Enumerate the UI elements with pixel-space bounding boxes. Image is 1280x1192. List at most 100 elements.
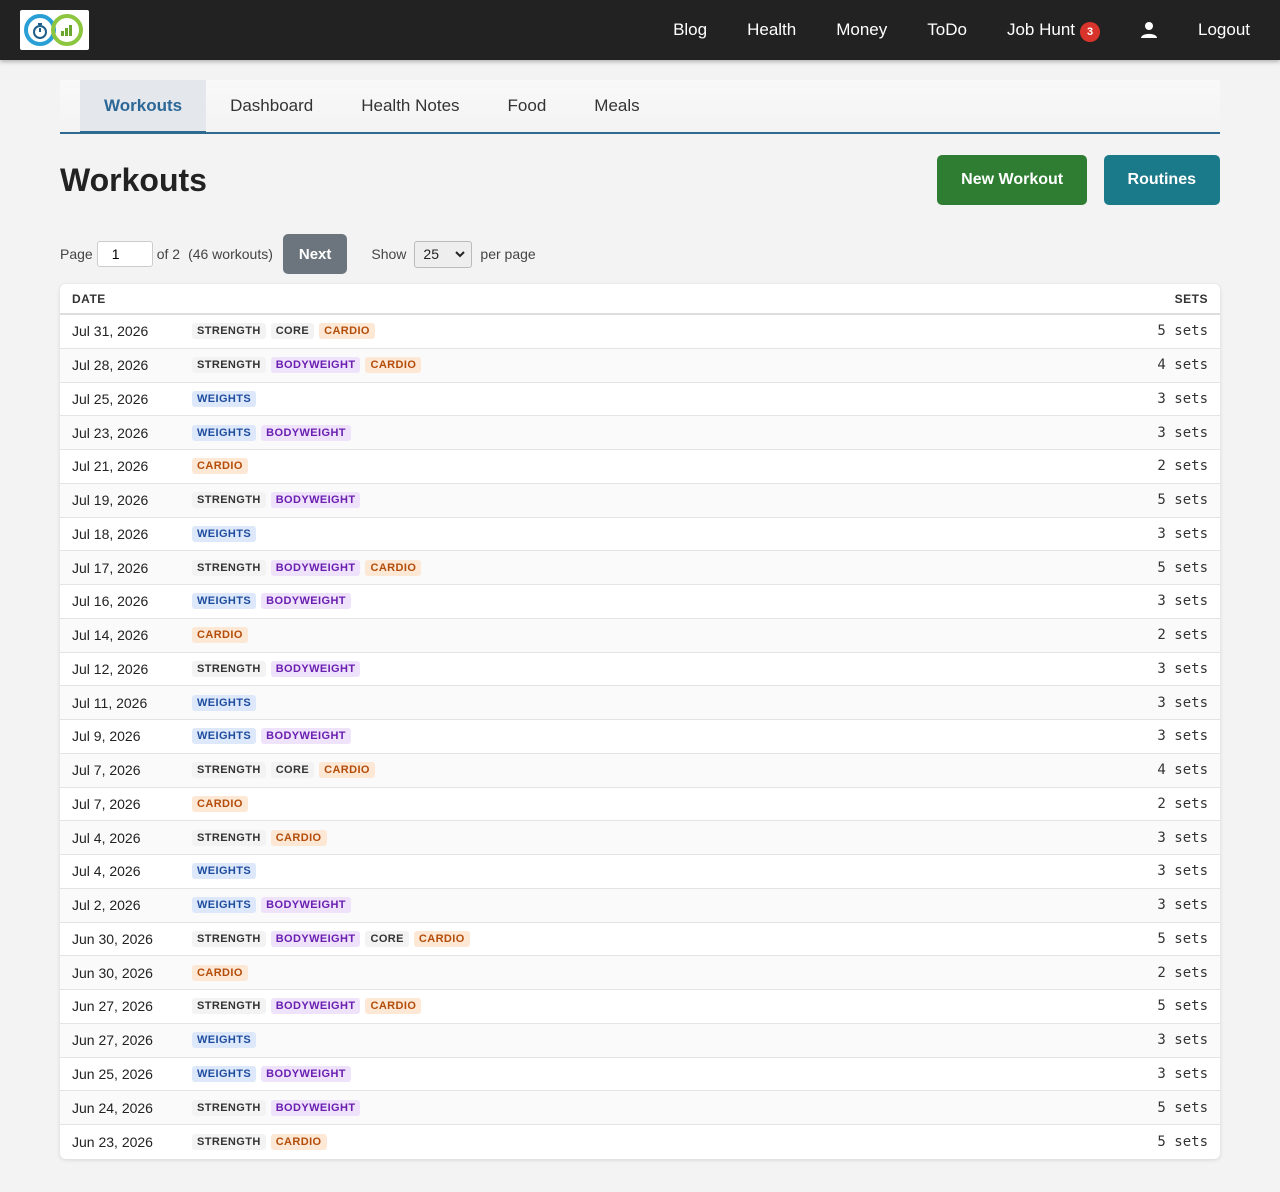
table-row[interactable]: Jun 27, 2026 STRENGTH BODYWEIGHT CARDIO 5 se… [60,990,1220,1024]
table-row[interactable]: Jul 19, 2026 STRENGTH BODYWEIGHT 5 sets [60,483,1220,518]
tag-weights: WEIGHTS [192,863,257,880]
table-row[interactable]: Jul 31, 2026 STRENGTH CORE CARDIO 5 sets [60,315,1220,349]
column-header-date: DATE [72,291,106,306]
routines-button[interactable]: Routines [1103,155,1220,205]
tab-workouts[interactable]: Workouts [80,80,207,134]
app-logo[interactable] [20,10,89,50]
workout-sets: 3 sets [1157,660,1208,677]
table-row[interactable]: Jun 27, 2026 WEIGHTS 3 sets [60,1023,1220,1058]
workout-tags: STRENGTH BODYWEIGHT CARDIO [192,998,1157,1015]
table-row[interactable]: Jul 21, 2026 CARDIO 2 sets [60,450,1220,484]
workout-date: Jun 25, 2026 [72,1065,153,1082]
table-row[interactable]: Jul 18, 2026 WEIGHTS 3 sets [60,518,1220,552]
workout-date: Jun 24, 2026 [72,1099,153,1116]
tab-health-notes[interactable]: Health Notes [337,80,483,132]
per-page-select[interactable]: 25 [414,240,473,268]
tag-bodyweight: BODYWEIGHT [270,492,361,509]
tab-meals[interactable]: Meals [570,80,663,132]
tab-food[interactable]: Food [484,80,571,132]
page-label: Page [60,246,93,262]
table-row[interactable]: Jul 9, 2026 WEIGHTS BODYWEIGHT 3 sets [60,720,1220,754]
table-row[interactable]: Jul 14, 2026 CARDIO 2 sets [60,618,1220,653]
table-row[interactable]: Jul 11, 2026 WEIGHTS 3 sets [60,686,1220,720]
tag-strength: STRENGTH [192,829,266,846]
main-nav: Blog Health Money ToDo Job Hunt 3 Logout [633,19,1250,42]
tag-core: CORE [270,323,315,340]
tag-weights: WEIGHTS [192,897,257,914]
table-row[interactable]: Jul 4, 2026 WEIGHTS 3 sets [60,855,1220,889]
workout-sets: 4 sets [1157,357,1208,374]
workout-date: Jul 14, 2026 [72,627,149,644]
workout-tags: STRENGTH CARDIO [192,1133,1157,1150]
tab-dashboard[interactable]: Dashboard [206,80,337,132]
table-row[interactable]: Jul 16, 2026 WEIGHTS BODYWEIGHT 3 sets [60,585,1220,619]
workout-sets: 3 sets [1157,525,1208,542]
table-row[interactable]: Jul 4, 2026 STRENGTH CARDIO 3 sets [60,821,1220,855]
user-profile-icon[interactable] [1140,21,1158,39]
workout-date: Jul 4, 2026 [72,863,141,880]
workout-sets: 5 sets [1157,930,1208,947]
workout-tags: STRENGTH BODYWEIGHT [192,1099,1157,1116]
logout-link[interactable]: Logout [1198,20,1250,40]
chevron-down-icon [455,250,466,257]
total-pages-label: of 2 [156,246,181,262]
workout-date: Jul 9, 2026 [72,728,141,745]
nav-money-link[interactable]: Money [836,20,887,40]
tag-strength: STRENGTH [192,660,266,677]
table-row[interactable]: Jun 24, 2026 STRENGTH BODYWEIGHT 5 sets [60,1091,1220,1125]
tag-cardio: CARDIO [192,795,248,812]
tag-weights: WEIGHTS [192,424,257,441]
tag-bodyweight: BODYWEIGHT [270,998,361,1015]
tag-strength: STRENGTH [192,998,266,1015]
new-workout-button[interactable]: New Workout [937,155,1088,205]
workout-sets: 3 sets [1157,390,1208,407]
table-row[interactable]: Jul 23, 2026 WEIGHTS BODYWEIGHT 3 sets [60,416,1220,450]
next-page-button[interactable]: Next [282,234,348,274]
table-row[interactable]: Jul 7, 2026 CARDIO 2 sets [60,788,1220,822]
workout-tags: WEIGHTS [192,1032,1157,1049]
table-row[interactable]: Jun 25, 2026 WEIGHTS BODYWEIGHT 3 sets [60,1058,1220,1092]
table-row[interactable]: Jun 30, 2026 CARDIO 2 sets [60,956,1220,990]
workout-tags: STRENGTH BODYWEIGHT [192,660,1157,677]
workout-tags: CARDIO [192,795,1157,812]
tag-bodyweight: BODYWEIGHT [261,728,351,745]
table-row[interactable]: Jul 17, 2026 STRENGTH BODYWEIGHT CARDIO 5 se… [60,551,1220,585]
workout-sets: 2 sets [1157,458,1208,475]
nav-todo-link[interactable]: ToDo [927,20,967,40]
tag-strength: STRENGTH [192,323,266,340]
workout-tags: STRENGTH BODYWEIGHT CORE CARDIO [192,930,1157,947]
workout-date: Jul 2, 2026 [72,897,141,914]
main-container: Workouts Dashboard Health Notes Food Mea… [60,80,1220,1159]
workout-sets: 3 sets [1157,694,1208,711]
workout-sets: 3 sets [1157,728,1208,745]
workout-sets: 5 sets [1157,559,1208,576]
table-row[interactable]: Jul 28, 2026 STRENGTH BODYWEIGHT CARDIO 4 se… [60,348,1220,383]
tag-weights: WEIGHTS [192,593,257,610]
nav-link-label: Money [836,20,888,39]
top-nav-bar: Blog Health Money ToDo Job Hunt 3 Logout [0,0,1280,60]
table-row[interactable]: Jul 2, 2026 WEIGHTS BODYWEIGHT 3 sets [60,888,1220,923]
nav-blog-link[interactable]: Blog [673,20,707,40]
table-row[interactable]: Jul 7, 2026 STRENGTH CORE CARDIO 4 sets [60,753,1220,788]
tag-cardio: CARDIO [413,930,470,947]
workout-date: Jul 12, 2026 [72,660,149,677]
tag-bodyweight: BODYWEIGHT [270,930,361,947]
page-number-input[interactable] [96,241,153,267]
table-row[interactable]: Jun 30, 2026 STRENGTH BODYWEIGHT CORE CARDIO… [60,923,1220,957]
column-header-sets: SETS [1174,291,1208,306]
workout-date: Jul 17, 2026 [72,559,149,576]
table-body: Jul 31, 2026 STRENGTH CORE CARDIO 5 sets Jul … [60,315,1220,1159]
workout-sets: 3 sets [1157,863,1208,880]
nav-health-link[interactable]: Health [747,20,796,40]
tag-bodyweight: BODYWEIGHT [270,1099,361,1116]
workout-sets: 3 sets [1157,1065,1208,1082]
workout-sets: 5 sets [1157,323,1208,340]
tag-strength: STRENGTH [192,930,266,947]
table-row[interactable]: Jul 25, 2026 WEIGHTS 3 sets [60,383,1220,417]
workout-sets: 3 sets [1157,897,1208,914]
nav-link-label: ToDo [927,20,967,39]
table-row[interactable]: Jul 12, 2026 STRENGTH BODYWEIGHT 3 sets [60,653,1220,687]
workout-date: Jun 27, 2026 [72,1032,153,1049]
nav-job-hunt-link[interactable]: Job Hunt 3 [1007,19,1100,42]
table-row[interactable]: Jun 23, 2026 STRENGTH CARDIO 5 sets [60,1125,1220,1159]
